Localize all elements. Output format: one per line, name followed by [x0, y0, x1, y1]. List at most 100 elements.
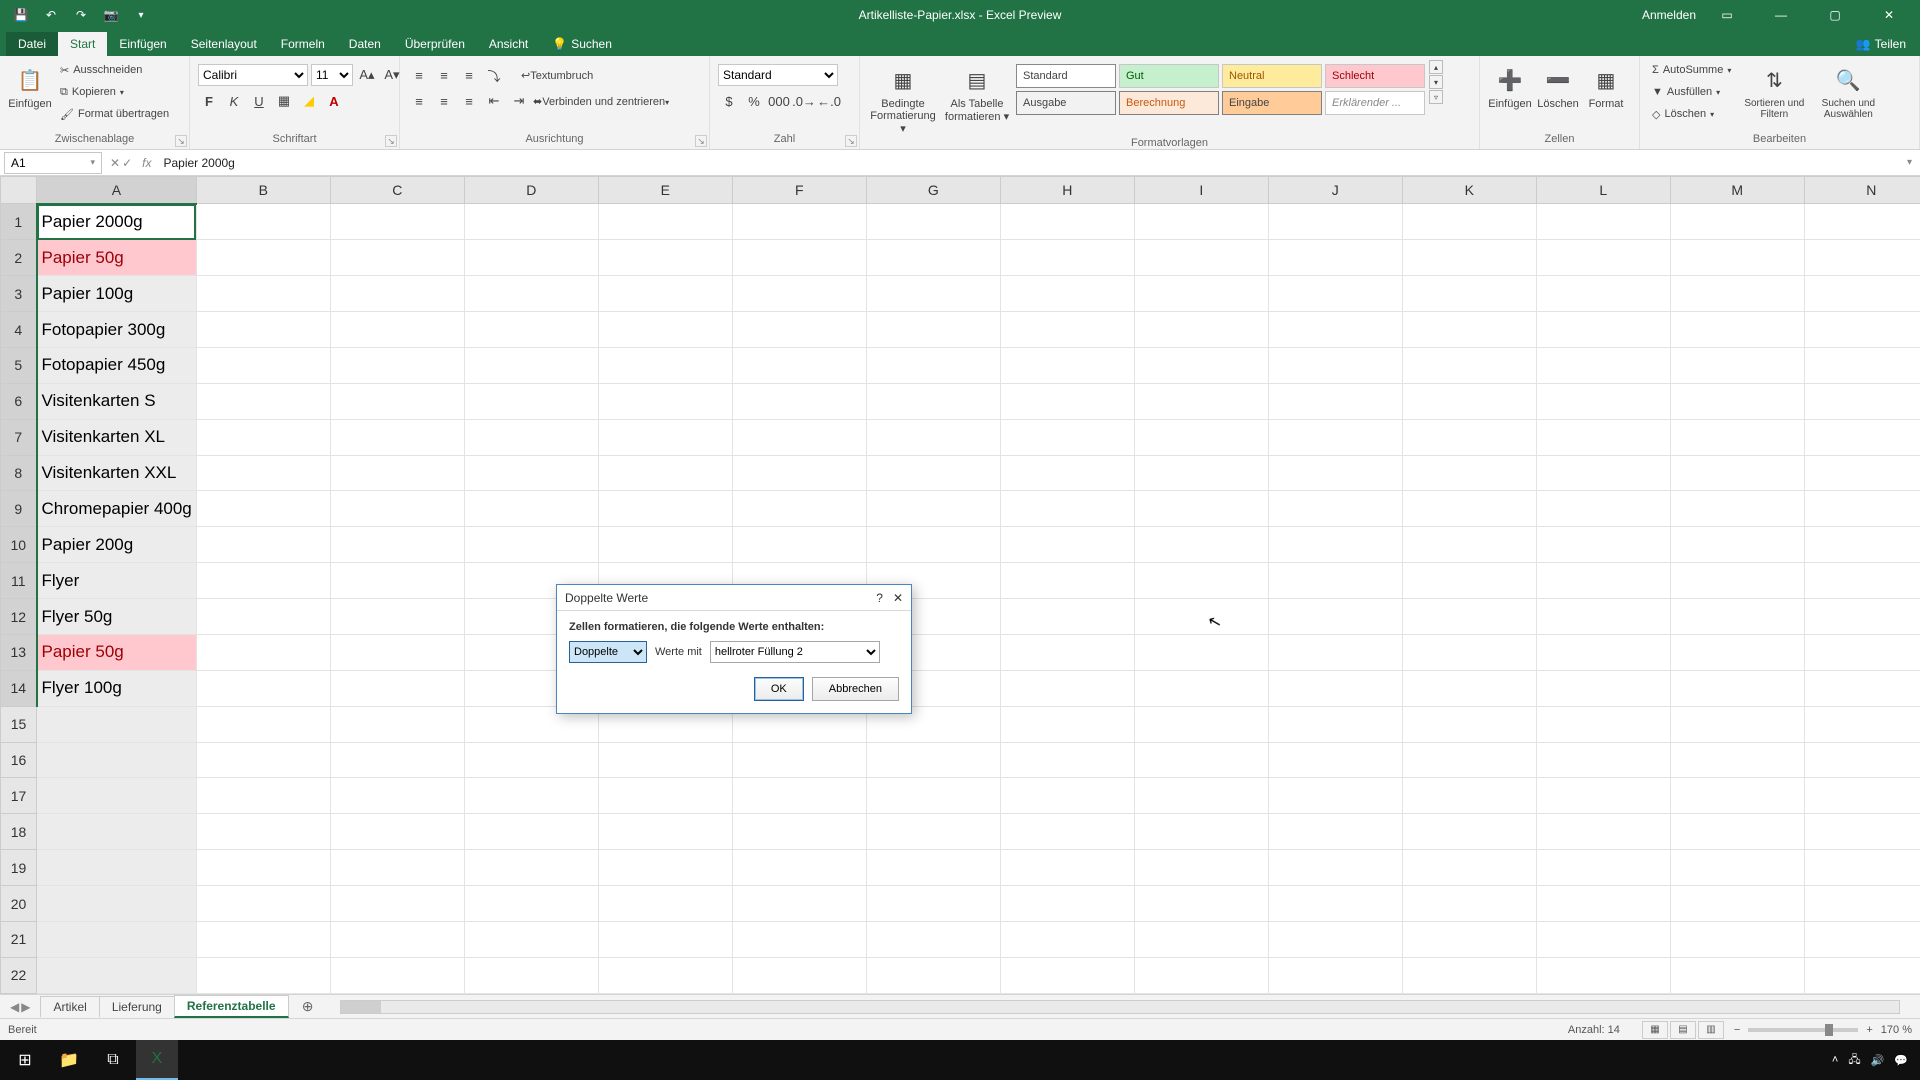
cell-C10[interactable] — [330, 527, 464, 563]
row-header-16[interactable]: 16 — [1, 742, 37, 778]
cell-J22[interactable] — [1268, 957, 1402, 993]
cell-B16[interactable] — [196, 742, 330, 778]
cell-L7[interactable] — [1536, 419, 1670, 455]
cell-K17[interactable] — [1402, 778, 1536, 814]
cell-L12[interactable] — [1536, 599, 1670, 635]
cell-I2[interactable] — [1134, 240, 1268, 276]
cell-G2[interactable] — [866, 240, 1000, 276]
cell-K16[interactable] — [1402, 742, 1536, 778]
style-output[interactable]: Ausgabe — [1016, 91, 1116, 115]
sign-in-link[interactable]: Anmelden — [1642, 8, 1696, 22]
cell-I13[interactable] — [1134, 634, 1268, 670]
cell-F16[interactable] — [732, 742, 866, 778]
cell-L10[interactable] — [1536, 527, 1670, 563]
excel-taskbar-icon[interactable]: X — [136, 1040, 178, 1080]
tab-view[interactable]: Ansicht — [477, 32, 540, 56]
cell-I8[interactable] — [1134, 455, 1268, 491]
cell-M5[interactable] — [1670, 347, 1804, 383]
styles-gallery-more[interactable]: ▴▾▿ — [1429, 60, 1443, 107]
style-standard[interactable]: Standard — [1016, 64, 1116, 88]
cell-E18[interactable] — [598, 814, 732, 850]
row-header-3[interactable]: 3 — [1, 276, 37, 312]
cell-K10[interactable] — [1402, 527, 1536, 563]
zoom-slider[interactable] — [1748, 1028, 1858, 1032]
new-sheet-button[interactable]: ⊕ — [296, 998, 320, 1015]
wrap-text-button[interactable]: ↩Textumbruch — [521, 69, 593, 82]
cell-N9[interactable] — [1804, 491, 1920, 527]
cell-J16[interactable] — [1268, 742, 1402, 778]
cell-K19[interactable] — [1402, 850, 1536, 886]
cell-I18[interactable] — [1134, 814, 1268, 850]
cell-J17[interactable] — [1268, 778, 1402, 814]
camera-icon[interactable]: 📷 — [98, 2, 124, 28]
maximize-icon[interactable]: ▢ — [1812, 0, 1858, 30]
orientation-icon[interactable]: ⤵ — [483, 64, 505, 86]
cell-C11[interactable] — [330, 563, 464, 599]
cell-N15[interactable] — [1804, 706, 1920, 742]
cell-N2[interactable] — [1804, 240, 1920, 276]
cell-J20[interactable] — [1268, 886, 1402, 922]
cell-F22[interactable] — [732, 957, 866, 993]
ribbon-display-options-icon[interactable]: ▭ — [1704, 0, 1750, 30]
merge-center-button[interactable]: ⬌Verbinden und zentrieren▾ — [533, 95, 669, 108]
cell-C13[interactable] — [330, 634, 464, 670]
cell-J9[interactable] — [1268, 491, 1402, 527]
align-right-icon[interactable]: ≡ — [458, 90, 480, 112]
cell-B13[interactable] — [196, 634, 330, 670]
cell-G19[interactable] — [866, 850, 1000, 886]
name-box[interactable]: A1▾ — [4, 152, 102, 174]
cell-J15[interactable] — [1268, 706, 1402, 742]
cell-G6[interactable] — [866, 383, 1000, 419]
ok-button[interactable]: OK — [754, 677, 804, 701]
row-header-21[interactable]: 21 — [1, 921, 37, 957]
cell-N16[interactable] — [1804, 742, 1920, 778]
cell-K22[interactable] — [1402, 957, 1536, 993]
cell-G21[interactable] — [866, 921, 1000, 957]
row-header-17[interactable]: 17 — [1, 778, 37, 814]
cell-J7[interactable] — [1268, 419, 1402, 455]
row-header-2[interactable]: 2 — [1, 240, 37, 276]
tray-network-icon[interactable]: 🖧 — [1848, 1051, 1860, 1070]
row-header-1[interactable]: 1 — [1, 204, 37, 240]
column-header-A[interactable]: A — [37, 177, 197, 204]
column-header-H[interactable]: H — [1000, 177, 1134, 204]
cell-J12[interactable] — [1268, 599, 1402, 635]
cell-I17[interactable] — [1134, 778, 1268, 814]
clipboard-dialog-launcher-icon[interactable]: ↘ — [175, 135, 187, 147]
cell-styles-gallery[interactable]: Standard Gut Neutral Schlecht Ausgabe Be… — [1016, 60, 1425, 115]
cell-E8[interactable] — [598, 455, 732, 491]
cell-N13[interactable] — [1804, 634, 1920, 670]
row-header-4[interactable]: 4 — [1, 312, 37, 348]
row-header-10[interactable]: 10 — [1, 527, 37, 563]
cell-A12[interactable]: Flyer 50g — [37, 599, 197, 635]
tray-notifications-icon[interactable]: 💬 — [1894, 1054, 1908, 1067]
style-bad[interactable]: Schlecht — [1325, 64, 1425, 88]
currency-icon[interactable]: $ — [718, 90, 740, 112]
tab-search[interactable]: 💡Suchen — [540, 32, 624, 56]
cell-H17[interactable] — [1000, 778, 1134, 814]
tray-volume-icon[interactable]: 🔊 — [1871, 1054, 1885, 1067]
cell-J11[interactable] — [1268, 563, 1402, 599]
cell-K14[interactable] — [1402, 670, 1536, 706]
cell-K18[interactable] — [1402, 814, 1536, 850]
cell-K21[interactable] — [1402, 921, 1536, 957]
undo-icon[interactable]: ↶ — [38, 2, 64, 28]
alignment-dialog-launcher-icon[interactable]: ↘ — [695, 135, 707, 147]
cell-D5[interactable] — [464, 347, 598, 383]
cell-C9[interactable] — [330, 491, 464, 527]
row-header-11[interactable]: 11 — [1, 563, 37, 599]
font-name-select[interactable]: Calibri — [198, 64, 308, 86]
sheet-nav-next-icon[interactable]: ▶ — [21, 1000, 30, 1014]
tab-data[interactable]: Daten — [337, 32, 393, 56]
row-header-8[interactable]: 8 — [1, 455, 37, 491]
cell-A15[interactable] — [37, 706, 197, 742]
cell-K13[interactable] — [1402, 634, 1536, 670]
cell-F10[interactable] — [732, 527, 866, 563]
cell-J10[interactable] — [1268, 527, 1402, 563]
cancel-formula-icon[interactable]: ✕ — [110, 156, 120, 170]
row-header-22[interactable]: 22 — [1, 957, 37, 993]
cell-G7[interactable] — [866, 419, 1000, 455]
cell-I6[interactable] — [1134, 383, 1268, 419]
column-header-I[interactable]: I — [1134, 177, 1268, 204]
cell-H22[interactable] — [1000, 957, 1134, 993]
